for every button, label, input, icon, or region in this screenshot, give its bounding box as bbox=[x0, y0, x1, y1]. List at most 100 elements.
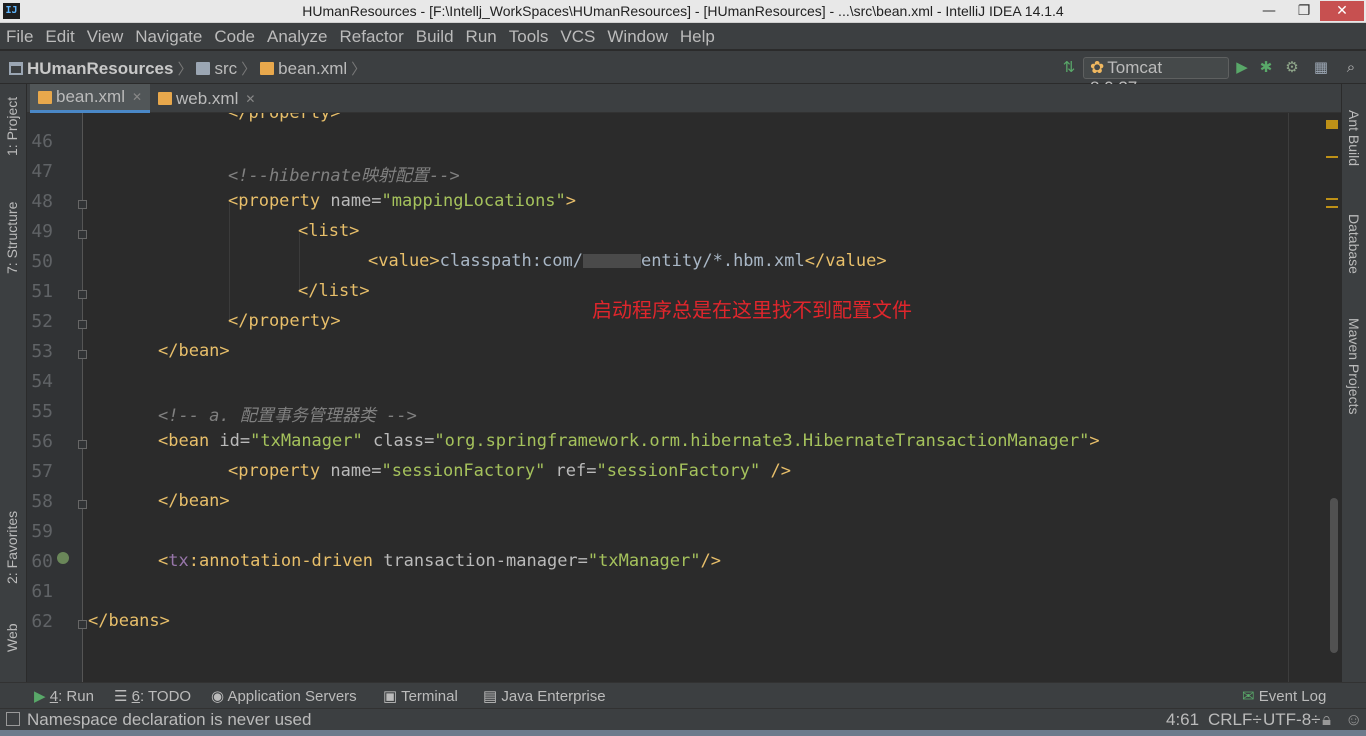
code-line-57: <property name="sessionFactory" ref="ses… bbox=[228, 461, 791, 481]
fold-marker[interactable] bbox=[78, 200, 87, 209]
breadcrumb-folder[interactable]: src bbox=[214, 59, 237, 79]
tool-database[interactable]: Database bbox=[1346, 214, 1362, 274]
line-number: 52 bbox=[31, 311, 53, 332]
fold-marker[interactable] bbox=[78, 440, 87, 449]
line-number: 54 bbox=[31, 371, 53, 392]
menu-build[interactable]: Build bbox=[410, 23, 460, 50]
tool-ant-build[interactable]: Ant Build bbox=[1346, 110, 1362, 166]
menu-help[interactable]: Help bbox=[674, 23, 721, 50]
project-icon bbox=[9, 62, 23, 75]
menu-navigate[interactable]: Navigate bbox=[129, 23, 208, 50]
fold-marker[interactable] bbox=[78, 230, 87, 239]
lock-icon[interactable]: 🔒︎ bbox=[1322, 710, 1331, 730]
tool-event-log[interactable]: ✉ Event Log bbox=[1242, 687, 1326, 705]
terminal-icon: ▣ bbox=[383, 688, 398, 705]
server-icon: ◉ bbox=[211, 688, 225, 705]
code-line: </property> bbox=[228, 113, 341, 123]
menu-edit[interactable]: Edit bbox=[39, 23, 80, 50]
menu-window[interactable]: Window bbox=[601, 23, 673, 50]
status-bar: Namespace declaration is never used 4:61… bbox=[0, 708, 1366, 730]
tool-favorites[interactable]: 2: Favorites bbox=[4, 511, 20, 584]
fold-marker[interactable] bbox=[78, 500, 87, 509]
menu-view[interactable]: View bbox=[81, 23, 130, 50]
navigation-bar: HUmanResources 〉 src 〉 bean.xml 〉 ⇅ ✿ Tom… bbox=[0, 51, 1366, 97]
java-enterprise-icon: ▤ bbox=[483, 688, 498, 705]
run-configuration-select[interactable]: ✿Tomcat 8.0.37▼ bbox=[1083, 57, 1229, 97]
spring-bean-gutter-icon[interactable] bbox=[57, 552, 69, 564]
tool-application-servers[interactable]: ◉ Application Servers bbox=[211, 687, 357, 705]
tool-web[interactable]: Web bbox=[4, 623, 20, 652]
search-icon[interactable]: ⌕ bbox=[1343, 59, 1359, 75]
close-icon[interactable]: ✕ bbox=[132, 90, 142, 104]
fold-marker[interactable] bbox=[78, 620, 87, 629]
menu-code[interactable]: Code bbox=[208, 23, 261, 50]
code-editor[interactable]: </property> 46 47 48 49 50 51 52 53 54 5… bbox=[27, 113, 1341, 682]
code-line-50: <value>classpath:com/entity/*.hbm.xml</v… bbox=[368, 251, 887, 271]
minimize-button[interactable]: — bbox=[1252, 1, 1286, 21]
menu-file[interactable]: File bbox=[0, 23, 39, 50]
menu-vcs[interactable]: VCS bbox=[554, 23, 601, 50]
line-number: 53 bbox=[31, 341, 53, 362]
tomcat-icon: ✿ bbox=[1090, 58, 1105, 77]
tool-run[interactable]: ▶ 4: Run bbox=[34, 687, 94, 705]
line-separator[interactable]: CRLF÷ bbox=[1208, 710, 1262, 730]
vertical-scrollbar[interactable] bbox=[1330, 498, 1338, 653]
tab-web-xml[interactable]: web.xml ✕ bbox=[150, 84, 263, 113]
run-icon: ▶ bbox=[34, 688, 46, 705]
run-icon[interactable]: ▶ bbox=[1234, 59, 1250, 75]
close-button[interactable]: ✕ bbox=[1320, 1, 1364, 21]
annotation-note: 启动程序总是在这里找不到配置文件 bbox=[592, 298, 912, 322]
inspector-icon[interactable]: ☺ bbox=[1345, 710, 1362, 730]
file-encoding[interactable]: UTF-8÷ bbox=[1263, 710, 1321, 730]
error-stripe-marker[interactable] bbox=[1326, 156, 1338, 158]
title-bar: IJ HUmanResources - [F:\Intellj_WorkSpac… bbox=[0, 0, 1366, 23]
breadcrumb-file[interactable]: bean.xml bbox=[278, 59, 347, 79]
menu-analyze[interactable]: Analyze bbox=[261, 23, 333, 50]
code-line-56: <bean id="txManager" class="org.springfr… bbox=[158, 431, 1100, 451]
right-tool-stripe: Ant Build Database Maven Projects bbox=[1341, 84, 1366, 682]
fold-marker[interactable] bbox=[78, 290, 87, 299]
tool-terminal[interactable]: ▣ Terminal bbox=[383, 687, 458, 705]
line-number: 56 bbox=[31, 431, 53, 452]
tool-java-enterprise[interactable]: ▤ Java Enterprise bbox=[483, 687, 606, 705]
close-icon[interactable]: ✕ bbox=[245, 92, 255, 106]
line-number: 47 bbox=[31, 161, 53, 182]
tool-todo[interactable]: ☰ 6: TODO bbox=[114, 687, 191, 705]
event-log-icon: ✉ bbox=[1242, 688, 1255, 705]
menu-refactor[interactable]: Refactor bbox=[333, 23, 409, 50]
todo-icon: ☰ bbox=[114, 688, 128, 705]
error-stripe-marker[interactable] bbox=[1326, 198, 1338, 200]
code-line-49: <list> bbox=[298, 221, 360, 241]
toggle-tool-windows-icon[interactable] bbox=[6, 712, 20, 726]
os-taskbar bbox=[0, 730, 1366, 736]
line-number: 55 bbox=[31, 401, 53, 422]
line-number: 62 bbox=[31, 611, 53, 632]
xml-file-icon bbox=[158, 92, 172, 105]
tool-structure[interactable]: 7: Structure bbox=[4, 202, 20, 274]
debug-icon[interactable]: ✱ bbox=[1258, 59, 1274, 75]
breadcrumb: HUmanResources 〉 src 〉 bean.xml 〉 bbox=[9, 58, 370, 79]
project-structure-icon[interactable]: ▦ bbox=[1313, 59, 1329, 75]
coverage-icon[interactable]: ⚙ bbox=[1284, 59, 1300, 75]
maximize-button[interactable]: ❐ bbox=[1287, 1, 1321, 21]
tool-project[interactable]: 1: Project bbox=[4, 97, 20, 156]
menu-run[interactable]: Run bbox=[460, 23, 503, 50]
error-stripe-marker[interactable] bbox=[1326, 206, 1338, 208]
right-margin-guide bbox=[1288, 113, 1289, 682]
error-stripe-marker[interactable] bbox=[1326, 120, 1338, 129]
tab-label: web.xml bbox=[176, 88, 239, 108]
menu-tools[interactable]: Tools bbox=[503, 23, 555, 50]
line-number: 49 bbox=[31, 221, 53, 242]
fold-marker[interactable] bbox=[78, 320, 87, 329]
tool-maven-projects[interactable]: Maven Projects bbox=[1346, 318, 1362, 414]
vcs-update-icon[interactable]: ⇅ bbox=[1061, 59, 1077, 75]
caret-position[interactable]: 4:61 bbox=[1166, 710, 1199, 730]
fold-marker[interactable] bbox=[78, 350, 87, 359]
line-number: 58 bbox=[31, 491, 53, 512]
xml-file-icon bbox=[38, 90, 52, 104]
code-line-51: </list> bbox=[298, 281, 370, 301]
tab-bean-xml[interactable]: bean.xml ✕ bbox=[30, 84, 151, 113]
status-message: Namespace declaration is never used bbox=[27, 710, 312, 729]
breadcrumb-project[interactable]: HUmanResources bbox=[27, 59, 173, 79]
folder-icon bbox=[196, 62, 211, 75]
